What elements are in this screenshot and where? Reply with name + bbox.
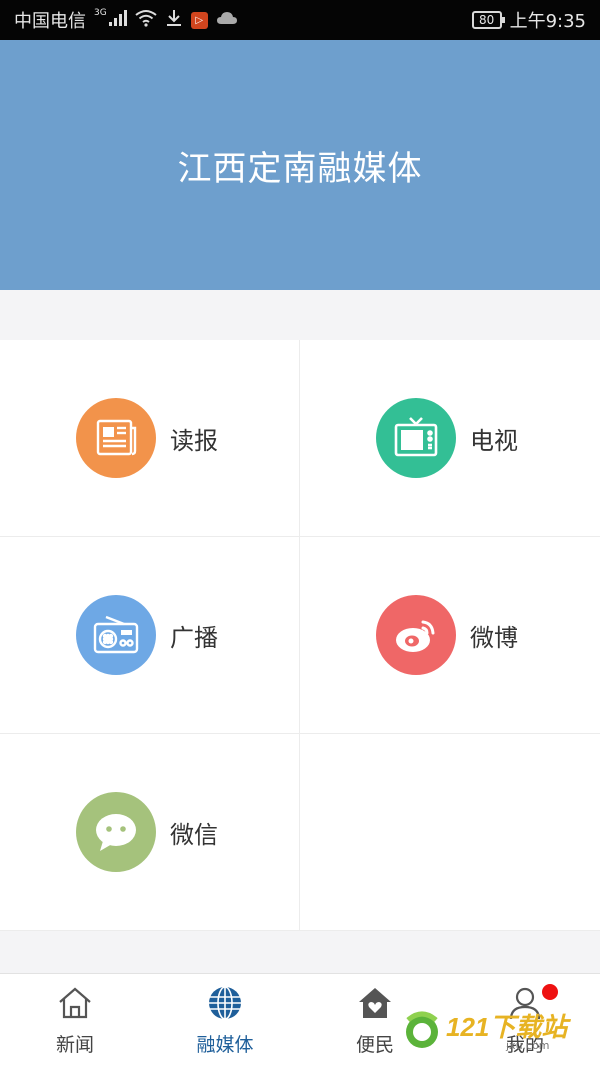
- grid-item-label: 电视: [470, 426, 518, 455]
- grid-item-label: 微博: [470, 623, 518, 652]
- wifi-icon: [135, 9, 157, 32]
- battery-icon: 80: [471, 11, 505, 29]
- clock: 上午9:35: [509, 11, 586, 32]
- tab-label: 便民: [355, 1034, 394, 1056]
- grid-item-label: 微信: [170, 820, 218, 849]
- media-grid: 读报 电视 广播 微博 微信: [0, 340, 600, 931]
- grid-item-label: 广播: [170, 623, 218, 652]
- wechat-icon: [76, 792, 156, 872]
- tab-news[interactable]: 新闻: [0, 974, 150, 1067]
- watermark-brand: 121下载站: [446, 1011, 568, 1042]
- house-heart-icon: [357, 986, 393, 1024]
- grid-item-weibo[interactable]: 微博: [300, 537, 600, 734]
- download-icon: [165, 9, 183, 32]
- grid-item-empty: [300, 734, 600, 931]
- tab-label: 融媒体: [196, 1034, 254, 1056]
- header-banner: 江西定南融媒体: [0, 40, 600, 290]
- watermark: 121下载站 jxu.com: [402, 1008, 592, 1056]
- grid-item-newspaper[interactable]: 读报: [0, 340, 300, 537]
- battery-level: 80: [478, 13, 495, 27]
- weibo-icon: [376, 595, 456, 675]
- grid-item-wechat[interactable]: 微信: [0, 734, 300, 931]
- newspaper-icon: [76, 398, 156, 478]
- grid-item-radio[interactable]: 广播: [0, 537, 300, 734]
- notification-badge: [542, 984, 558, 1000]
- tab-label: 新闻: [55, 1034, 94, 1056]
- grid-item-label: 读报: [170, 426, 218, 455]
- globe-icon: [208, 986, 242, 1024]
- radio-icon: [76, 595, 156, 675]
- network-type-label: 3G: [94, 8, 107, 18]
- watermark-logo-icon: [402, 1010, 442, 1054]
- page-title: 江西定南融媒体: [177, 148, 423, 189]
- home-icon: [57, 986, 93, 1024]
- status-bar: 中国电信 3G ▷ 80 上午9:35: [0, 0, 600, 40]
- watermark-domain: jxu.com: [506, 1038, 550, 1052]
- tv-icon: [376, 398, 456, 478]
- cloud-icon: [216, 10, 238, 31]
- tab-media[interactable]: 融媒体: [150, 974, 300, 1067]
- app-notification-icon: ▷: [190, 11, 208, 29]
- carrier-label: 中国电信: [14, 11, 86, 32]
- grid-item-tv[interactable]: 电视: [300, 340, 600, 537]
- signal-icon: [108, 9, 127, 31]
